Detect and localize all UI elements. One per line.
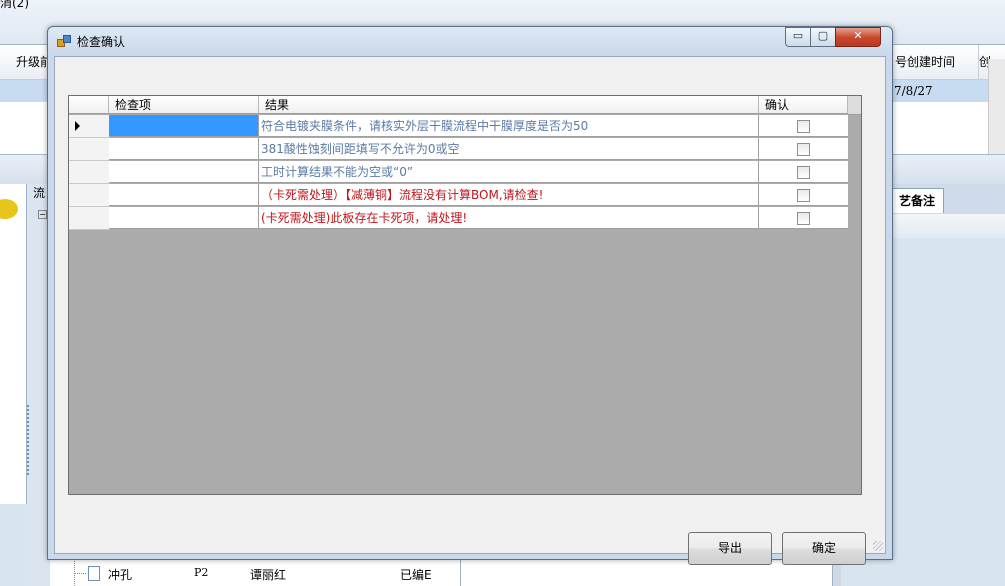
table-row[interactable]: 工时计算结果不能为空或“0” [69,161,848,184]
export-button[interactable]: 导出 [688,532,772,565]
confirm-checkbox[interactable] [797,143,810,156]
background-tab-strip: 艺备注 [886,184,1005,214]
tree-line [74,558,75,586]
row-date: 7/8/27 [894,84,933,98]
column-header-result[interactable]: 结果 [259,96,759,114]
table-row[interactable]: 符合电镀夹膜条件，请核实外层干膜流程中干膜厚度是否为50 [69,115,848,138]
table-row[interactable]: （卡死需处理）【减薄铜】流程没有计算BOM,请检查! [69,184,848,207]
left-edge-panel [27,184,49,586]
flow-label: 流 [33,186,46,200]
panel-resize-grip[interactable] [27,405,32,475]
app-icon [57,35,71,47]
confirm-cell[interactable] [759,207,848,229]
result-cell[interactable]: 381酸性蚀刻间距填写不允许为0或空 [259,138,759,160]
confirm-checkbox[interactable] [797,166,810,179]
tree-row-code: P2 [194,566,209,579]
dialog-client-area: 检查项 结果 确认 符合电镀夹膜条件，请核实外层干膜流程中干膜厚度是否为50 3… [54,56,886,565]
confirm-checkbox[interactable] [797,120,810,133]
tree-row-status: 已编E [400,568,432,582]
tree-line [74,573,86,574]
confirm-cell[interactable] [759,115,848,137]
check-item-cell[interactable] [109,161,259,183]
column-header-create-time[interactable]: 号创建时间 [890,45,975,79]
check-item-cell[interactable] [109,184,259,206]
right-panel [892,238,1005,586]
check-item-cell[interactable] [109,207,259,229]
app-title: 消(2) [0,0,29,10]
left-panel [0,184,27,504]
row-header[interactable] [69,161,110,184]
result-cell[interactable]: （卡死需处理）【减薄铜】流程没有计算BOM,请检查! [259,184,759,206]
tab-process-notes[interactable]: 艺备注 [890,188,944,213]
row-header[interactable] [69,138,110,161]
confirm-cell[interactable] [759,161,848,183]
resize-grip-icon[interactable] [873,541,883,551]
dialog-titlebar[interactable]: 检查确认 ▭ ▢ ✕ [48,27,892,55]
tree-collapse-icon[interactable]: − [38,210,47,219]
comment-bubble-icon[interactable] [0,199,18,219]
result-cell[interactable]: 工时计算结果不能为空或“0” [259,161,759,183]
check-item-cell[interactable] [109,115,259,137]
dialog-title: 检查确认 [77,35,126,49]
table-row[interactable]: (卡死需处理)此板存在卡死项，请处理! [69,207,848,230]
tab-toolbar [886,214,1005,239]
document-icon [88,566,100,581]
minimize-button[interactable]: ▭ [785,27,811,47]
check-confirm-dialog: 检查确认 ▭ ▢ ✕ 检查项 结果 确认 符合电镀夹膜条件，请核实外层干膜流程中… [47,26,893,565]
result-cell[interactable]: 符合电镀夹膜条件，请核实外层干膜流程中干膜厚度是否为50 [259,115,759,137]
check-item-cell[interactable] [109,138,259,160]
tree-row-person: 谭丽红 [250,568,287,582]
confirm-checkbox[interactable] [797,189,810,202]
header-scroll-corner [848,96,861,115]
result-cell[interactable]: (卡死需处理)此板存在卡死项，请处理! [259,207,759,229]
background-vertical-scrollbar[interactable] [988,59,1005,159]
tree-row[interactable]: 冲孔 P2 谭丽红 已编E [50,558,460,586]
tree-row-name: 冲孔 [108,568,133,582]
column-header-check-item[interactable]: 检查项 [109,96,259,114]
confirm-cell[interactable] [759,184,848,206]
confirm-cell[interactable] [759,138,848,160]
column-header-confirm[interactable]: 确认 [759,96,848,114]
close-button[interactable]: ✕ [835,27,881,47]
current-row-arrow-icon [75,121,80,131]
ok-button[interactable]: 确定 [782,532,866,565]
check-results-grid: 检查项 结果 确认 符合电镀夹膜条件，请核实外层干膜流程中干膜厚度是否为50 3… [68,95,862,495]
row-header[interactable] [69,184,110,207]
row-header-corner [69,96,109,114]
confirm-checkbox[interactable] [797,212,810,225]
maximize-button[interactable]: ▢ [810,27,836,47]
row-header[interactable] [69,115,110,138]
row-header[interactable] [69,207,110,230]
table-row[interactable]: 381酸性蚀刻间距填写不允许为0或空 [69,138,848,161]
